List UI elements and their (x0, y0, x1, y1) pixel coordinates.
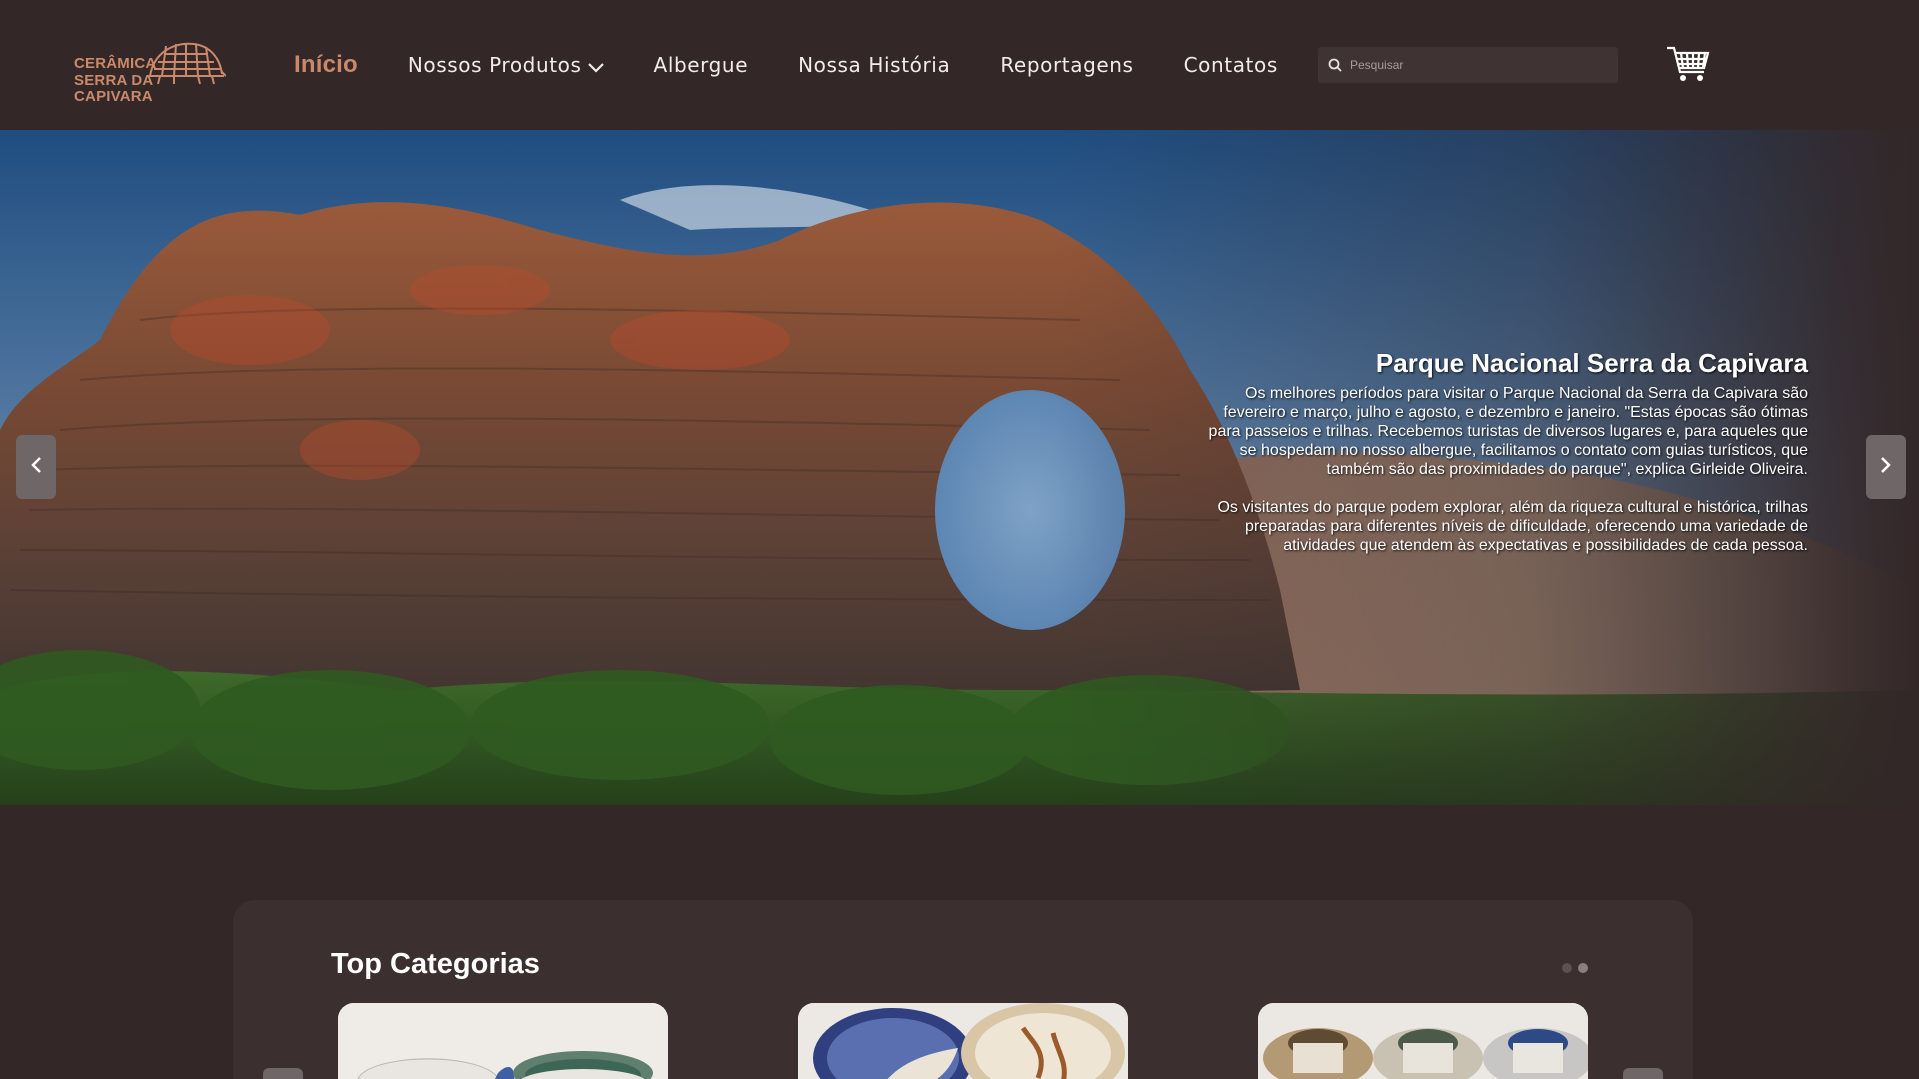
search-input[interactable] (1350, 58, 1590, 72)
chevron-left-icon (30, 456, 42, 479)
category-image-cups (1258, 1003, 1588, 1079)
hero-paragraph-1: Os melhores períodos para visitar o Parq… (1208, 385, 1808, 478)
hero-description: Os melhores períodos para visitar o Parq… (1203, 384, 1808, 555)
nav-item-nossos-produtos[interactable]: Nossos Produtos (408, 52, 604, 78)
category-image-plates (798, 1003, 1128, 1079)
hero-title: Parque Nacional Serra da Capivara (1375, 348, 1808, 378)
category-card[interactable] (338, 1003, 668, 1079)
category-image-bowls (338, 1003, 668, 1079)
chevron-down-icon (587, 54, 604, 78)
category-card[interactable] (1258, 1003, 1588, 1079)
armadillo-logo-icon (148, 42, 226, 85)
carousel-prev-button[interactable] (16, 435, 56, 499)
shopping-cart-icon[interactable] (1666, 44, 1710, 84)
categories-next-button[interactable] (1623, 1068, 1663, 1079)
search-icon[interactable] (1328, 58, 1342, 72)
site-header: CERÂMICA SERRA DA CAPIVARA Início Nossos… (0, 0, 1919, 130)
nav-item-contatos[interactable]: Contatos (1184, 53, 1278, 77)
nav-item-albergue[interactable]: Albergue (654, 53, 749, 77)
category-card[interactable] (798, 1003, 1128, 1079)
chevron-right-icon (1880, 456, 1892, 479)
main-nav: Início Nossos Produtos Albergue Nossa Hi… (294, 48, 1278, 82)
carousel-dot-active[interactable] (1578, 963, 1588, 973)
nav-item-inicio[interactable]: Início (294, 51, 358, 79)
hero-carousel: Parque Nacional Serra da Capivara Os mel… (0, 130, 1919, 805)
carousel-dot[interactable] (1562, 963, 1572, 973)
search-bar (1318, 47, 1618, 83)
carousel-dots (1562, 963, 1594, 973)
nav-item-reportagens[interactable]: Reportagens (1000, 53, 1133, 77)
section-title: Top Categorias (331, 948, 540, 980)
nav-item-label: Nossos Produtos (407, 53, 582, 77)
logo[interactable]: CERÂMICA SERRA DA CAPIVARA (74, 38, 226, 105)
hero-paragraph-2: Os visitantes do parque podem explorar, … (1217, 499, 1808, 554)
carousel-next-button[interactable] (1866, 435, 1906, 499)
nav-item-nossa-historia[interactable]: Nossa História (798, 53, 950, 77)
categories-prev-button[interactable] (263, 1068, 303, 1079)
